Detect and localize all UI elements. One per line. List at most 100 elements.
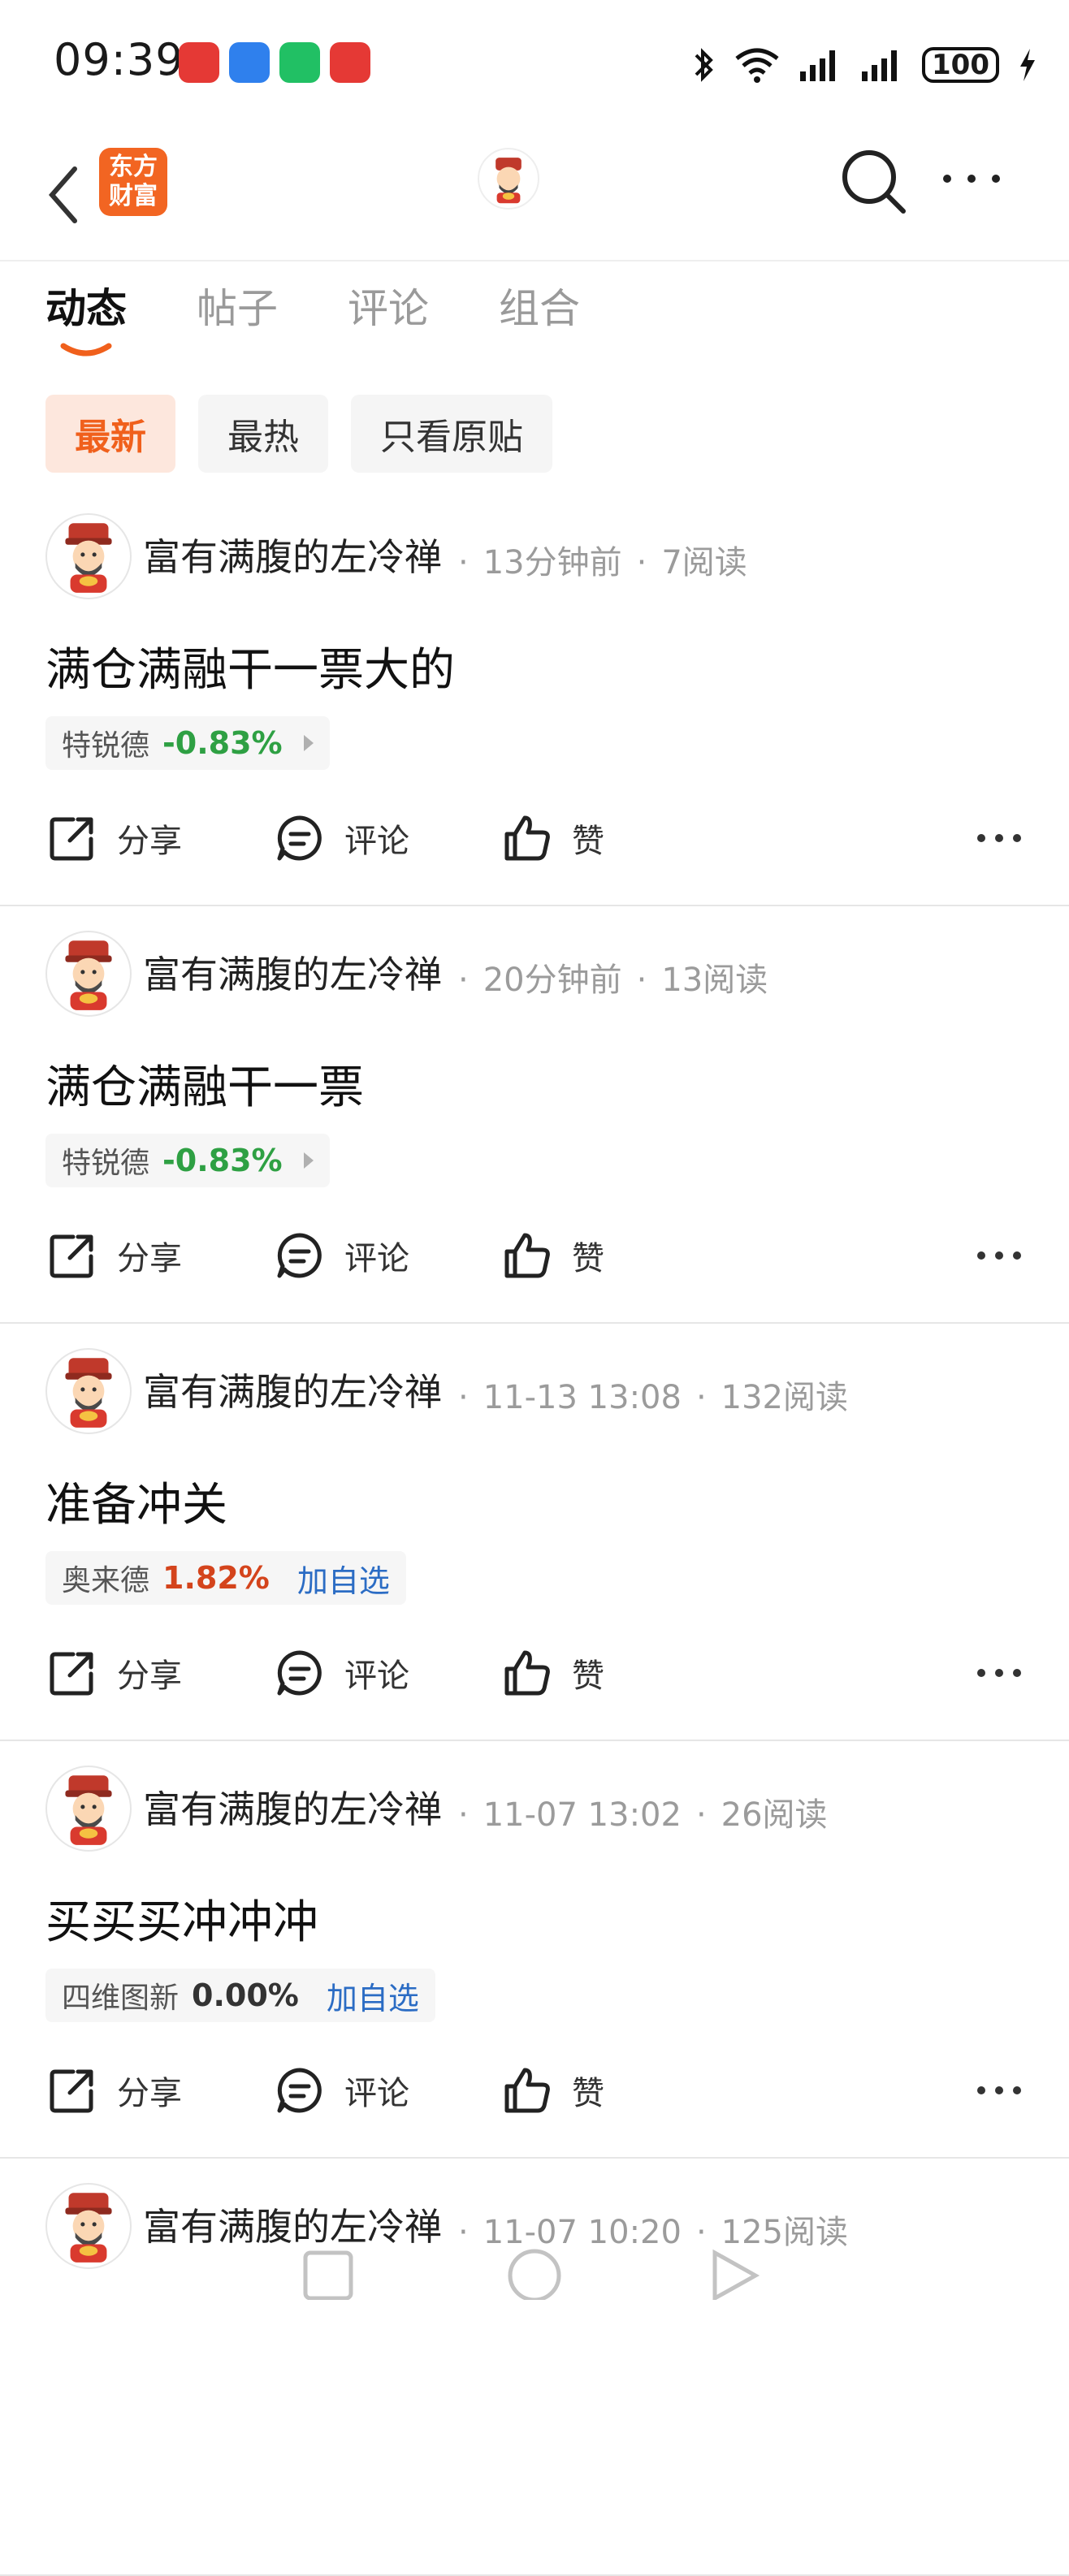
user-avatar[interactable] [478,148,539,210]
active-tab-indicator [60,343,112,357]
separator-dot: · [458,1379,469,1416]
like-button[interactable]: 赞 [500,806,604,871]
filter-latest[interactable]: 最新 [45,395,175,473]
caishen-avatar-icon [496,158,522,204]
tab-portfolio[interactable]: 组合 [499,276,580,349]
stock-tag[interactable]: 奥来德 1.82% 加自选 [45,1551,406,1605]
share-icon [50,1234,93,1278]
feed-post[interactable]: 富有满腹的左冷禅 · 20分钟前 · 13阅读 满仓满融干一票 特锐德 -0.83% 分享 评论 赞 [0,905,1069,1324]
post-time: 13分钟前 [483,544,622,581]
post-text[interactable]: 满仓满融干一票 [45,1051,364,1117]
comment-icon [277,1650,322,1696]
post-actions: 分享 评论 赞 [45,1223,1024,1288]
post-text[interactable]: 满仓满融干一票大的 [45,633,455,699]
post-meta: · 11-13 13:08 · 132阅读 [444,1371,848,1418]
feed-post[interactable]: 富有满腹的左冷禅 · 11-07 13:02 · 26阅读买买买冲冲冲四维图新 0.00%… [0,1740,1069,2159]
comment-button[interactable]: 评论 [273,1640,409,1705]
wifi-icon [735,48,779,83]
author-name[interactable]: 富有满腹的左冷禅 [143,1780,442,1834]
logo-text: 财富 [109,182,158,210]
author-avatar[interactable] [45,513,132,599]
more-options-icon[interactable] [975,1239,1024,1272]
share-label: 分享 [117,1658,182,1695]
author-name[interactable]: 富有满腹的左冷禅 [143,1363,442,1416]
tab-label: 帖子 [197,285,278,332]
share-icon [50,2069,93,2113]
caishen-avatar-icon [65,1775,112,1845]
signal-icon [862,50,898,81]
author-name[interactable]: 富有满腹的左冷禅 [143,945,442,999]
post-time: 20分钟前 [483,962,622,999]
more-options-icon[interactable] [975,1657,1024,1689]
filter-chips: 最新 最热 只看原贴 [45,395,552,473]
comment-label: 评论 [344,1658,409,1695]
post-time: 11-07 13:02 [483,1796,682,1834]
author-avatar[interactable] [45,1766,132,1852]
tab-label: 动态 [45,285,127,332]
comment-icon [277,1233,322,1278]
like-button[interactable]: 赞 [500,2058,604,2123]
filter-hottest[interactable]: 最热 [198,395,328,473]
comment-button[interactable]: 评论 [273,2058,409,2123]
broker-app-icon [179,42,219,83]
stock-tag[interactable]: 四维图新 0.00% 加自选 [45,1969,435,2022]
share-button[interactable]: 分享 [45,1223,182,1288]
tab-posts[interactable]: 帖子 [197,276,278,349]
post-text[interactable]: 准备冲关 [45,1468,227,1534]
stock-name: 特锐德 [62,729,150,763]
stock-change: -0.83% [162,725,283,761]
like-button[interactable]: 赞 [500,1640,604,1705]
read-count: 7阅读 [661,544,747,581]
comment-button[interactable]: 评论 [273,806,409,871]
like-label: 赞 [572,823,604,860]
stock-change: 0.00% [192,1977,299,2013]
system-home-bar [303,2249,760,2300]
more-options-icon[interactable] [939,162,1004,195]
battery-indicator: 100 [922,47,999,83]
read-count: 132阅读 [721,1379,849,1416]
author-avatar[interactable] [45,931,132,1017]
comment-button[interactable]: 评论 [273,1223,409,1288]
share-label: 分享 [117,823,182,860]
feed-post[interactable]: 富有满腹的左冷禅 · 11-13 13:08 · 132阅读 准备冲关 奥来德 1.82% 加自… [0,1322,1069,1741]
stock-tag[interactable]: 特锐德 -0.83% [45,716,330,770]
caishen-avatar-icon [65,1358,112,1428]
like-icon [504,815,550,861]
share-icon [50,1652,93,1696]
post-text[interactable]: 买买买冲冲冲 [45,1886,318,1951]
post-actions: 分享 评论 赞 [45,1640,1024,1705]
tab-dynamic[interactable]: 动态 [45,276,127,357]
tab-label: 评论 [348,285,429,332]
stock-name: 四维图新 [62,1982,180,2015]
back-arrow-icon[interactable] [42,162,91,227]
like-button[interactable]: 赞 [500,1223,604,1288]
separator-dot: · [636,544,647,581]
post-meta: · 13分钟前 · 7阅读 [444,536,747,583]
message-app-icon [229,42,270,83]
add-watchlist-button[interactable]: 加自选 [297,1556,390,1601]
share-label: 分享 [117,2075,182,2112]
tab-comments[interactable]: 评论 [348,276,429,349]
share-button[interactable]: 分享 [45,2058,182,2123]
read-count: 13阅读 [661,962,768,999]
feed-post[interactable]: 富有满腹的左冷禅 · 13分钟前 · 7阅读 满仓满融干一票大的 特锐德 -0.83% 分享 评论… [0,487,1069,906]
arrow-right-icon [303,1152,314,1169]
add-watchlist-button[interactable]: 加自选 [327,1973,419,2018]
more-options-icon[interactable] [975,2074,1024,2107]
stock-change: 1.82% [162,1560,270,1596]
feed-post[interactable]: 富有满腹的左冷禅 · 11-07 10:20 · 125阅读 [0,2157,1069,2576]
author-name[interactable]: 富有满腹的左冷禅 [143,528,442,581]
share-button[interactable]: 分享 [45,1640,182,1705]
filter-original-only[interactable]: 只看原贴 [351,395,552,473]
read-count: 26阅读 [721,1796,828,1834]
share-button[interactable]: 分享 [45,806,182,871]
stock-tag[interactable]: 特锐德 -0.83% [45,1134,330,1187]
like-icon [504,2068,550,2113]
app-logo[interactable]: 东方 财富 [99,148,167,216]
author-avatar[interactable] [45,1348,132,1434]
search-icon[interactable] [838,146,908,216]
separator-dot: · [636,962,647,999]
post-meta: · 11-07 13:02 · 26阅读 [444,1788,828,1835]
more-options-icon[interactable] [975,822,1024,854]
signal-icon [800,50,836,81]
